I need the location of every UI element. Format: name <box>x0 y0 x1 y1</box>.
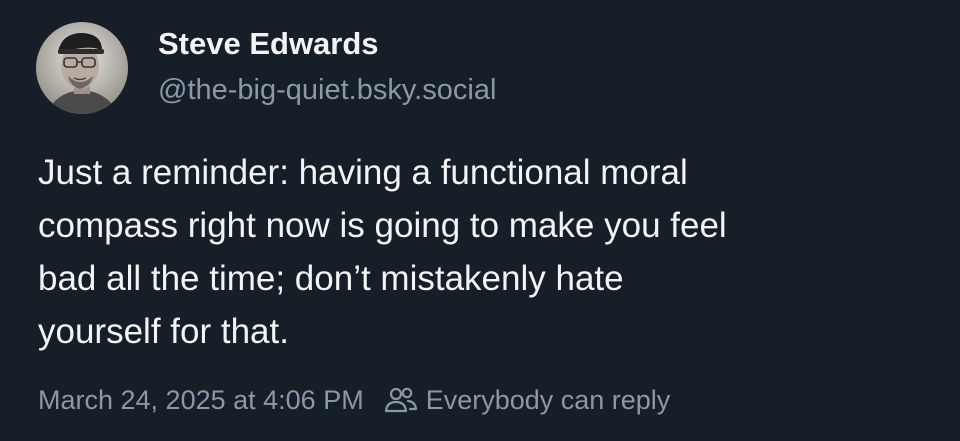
post-timestamp[interactable]: March 24, 2025 at 4:06 PM <box>38 385 364 416</box>
author-handle[interactable]: @the-big-quiet.bsky.social <box>158 71 496 109</box>
reply-setting-button[interactable]: Everybody can reply <box>384 384 671 416</box>
post-meta: March 24, 2025 at 4:06 PM Everybody can … <box>38 380 670 420</box>
author-avatar[interactable] <box>36 22 128 114</box>
post-card: Steve Edwards @the-big-quiet.bsky.social… <box>0 0 960 441</box>
reply-setting-label: Everybody can reply <box>425 384 671 415</box>
author-display-name[interactable]: Steve Edwards <box>158 24 379 64</box>
post-body-text: Just a reminder: having a functional mor… <box>38 153 727 351</box>
avatar-photo <box>36 22 128 114</box>
people-icon <box>384 385 418 415</box>
